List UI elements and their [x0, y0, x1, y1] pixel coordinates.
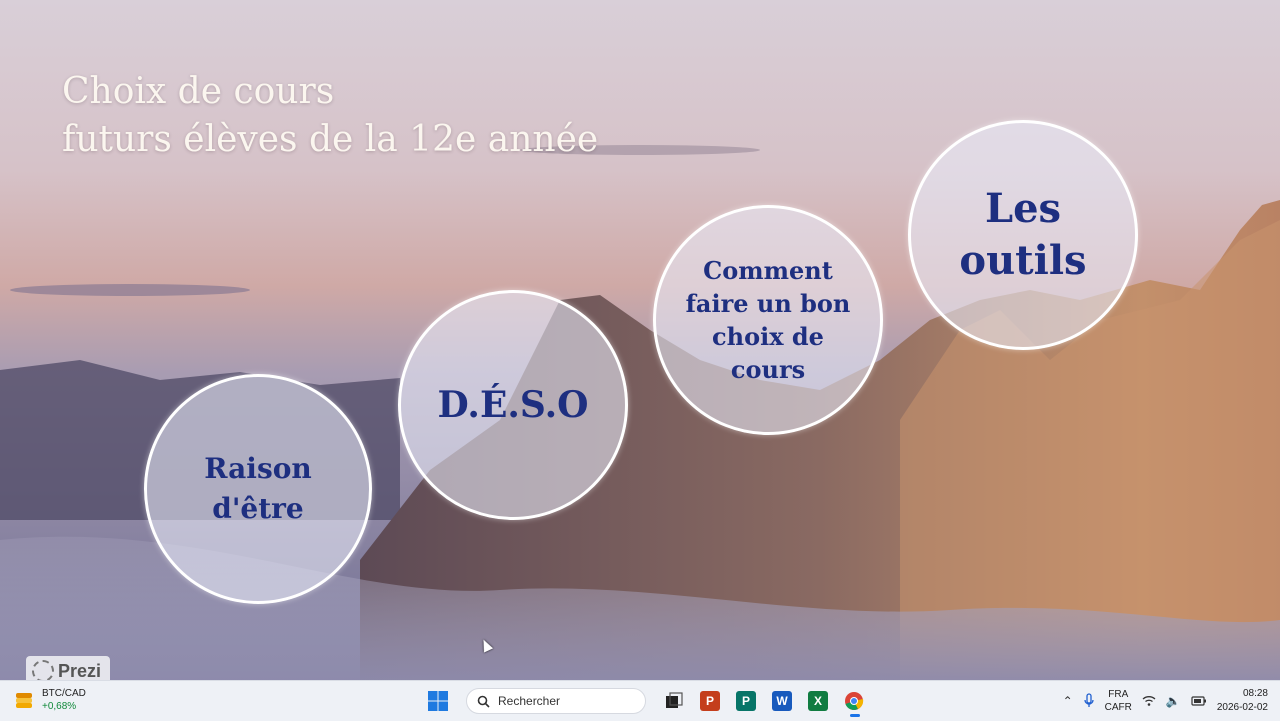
bubble-text-line: Raison — [204, 452, 312, 485]
publisher-icon: P — [736, 691, 756, 711]
system-tray: ⌃ FRA CAFR 🔈 08:28 2026-02-02 — [1063, 681, 1280, 721]
search-icon — [477, 695, 490, 708]
chevron-up-icon[interactable]: ⌃ — [1063, 694, 1073, 708]
title-line-1: Choix de cours — [62, 71, 335, 112]
bubble-text-line: cours — [730, 355, 806, 384]
search-placeholder: Rechercher — [498, 694, 561, 708]
clock-date: 2026-02-02 — [1216, 702, 1268, 713]
excel-icon: X — [808, 691, 828, 711]
keyboard-layout: CAFR — [1104, 702, 1132, 713]
task-view-icon — [666, 692, 683, 708]
stock-ticker-widget[interactable]: BTC/CAD +0,68% — [14, 687, 86, 713]
prezi-logo-icon — [32, 660, 54, 680]
bubble-text-line: Comment — [703, 256, 833, 285]
bubble-text-line: D.É.S.O — [437, 384, 589, 426]
active-app-indicator — [850, 714, 860, 717]
speaker-icon[interactable]: 🔈 — [1166, 694, 1181, 708]
ticker-symbol: BTC/CAD — [42, 688, 86, 699]
wifi-icon[interactable] — [1142, 695, 1156, 707]
prezi-brand-label: Prezi — [58, 660, 102, 681]
word-button[interactable]: W — [768, 687, 796, 715]
taskbar-clock[interactable]: 08:28 2026-02-02 — [1217, 687, 1268, 715]
powerpoint-icon: P — [700, 691, 720, 711]
bitcoin-coins-icon — [16, 693, 32, 708]
powerpoint-button[interactable]: P — [696, 687, 724, 715]
publisher-button[interactable]: P — [732, 687, 760, 715]
chrome-button[interactable] — [840, 687, 868, 717]
bubble-text-line: d'être — [212, 492, 304, 525]
windows-taskbar: BTC/CAD +0,68% Rechercher P P W X ⌃ FRA … — [0, 680, 1280, 721]
taskbar-search-box[interactable]: Rechercher — [466, 688, 646, 714]
topic-bubble-raison-d-etre[interactable]: Raison d'être — [144, 374, 372, 604]
bubble-text-line: Les — [984, 185, 1062, 232]
prezi-presentation-stage: Choix de cours futurs élèves de la 12e a… — [0, 0, 1280, 680]
topic-bubble-les-outils[interactable]: Les outils — [908, 120, 1138, 350]
bubble-text-line: choix de — [712, 322, 824, 351]
start-button[interactable] — [424, 687, 452, 715]
word-icon: W — [772, 691, 792, 711]
title-line-2: futurs élèves de la 12e année — [62, 119, 599, 160]
slide-title: Choix de cours futurs élèves de la 12e a… — [62, 68, 598, 164]
clock-time: 08:28 — [1242, 688, 1268, 699]
topic-bubble-comment-faire[interactable]: Comment faire un bon choix de cours — [653, 205, 883, 435]
language-code: FRA — [1108, 689, 1129, 700]
prezi-logo-badge[interactable]: Prezi — [26, 656, 110, 680]
topic-bubble-deso[interactable]: D.É.S.O — [398, 290, 628, 520]
taskbar-center: Rechercher P P W X — [424, 685, 868, 717]
task-view-button[interactable] — [660, 687, 688, 715]
input-language-indicator[interactable]: FRA CAFR — [1105, 688, 1132, 714]
bubble-text-line: outils — [959, 237, 1087, 284]
battery-icon[interactable] — [1191, 696, 1207, 706]
microphone-icon[interactable] — [1083, 693, 1095, 709]
excel-button[interactable]: X — [804, 687, 832, 715]
bubble-text-line: faire un bon — [685, 289, 851, 318]
chrome-icon — [845, 692, 864, 710]
ticker-change: +0,68% — [42, 701, 77, 712]
windows-logo-icon — [428, 691, 448, 711]
